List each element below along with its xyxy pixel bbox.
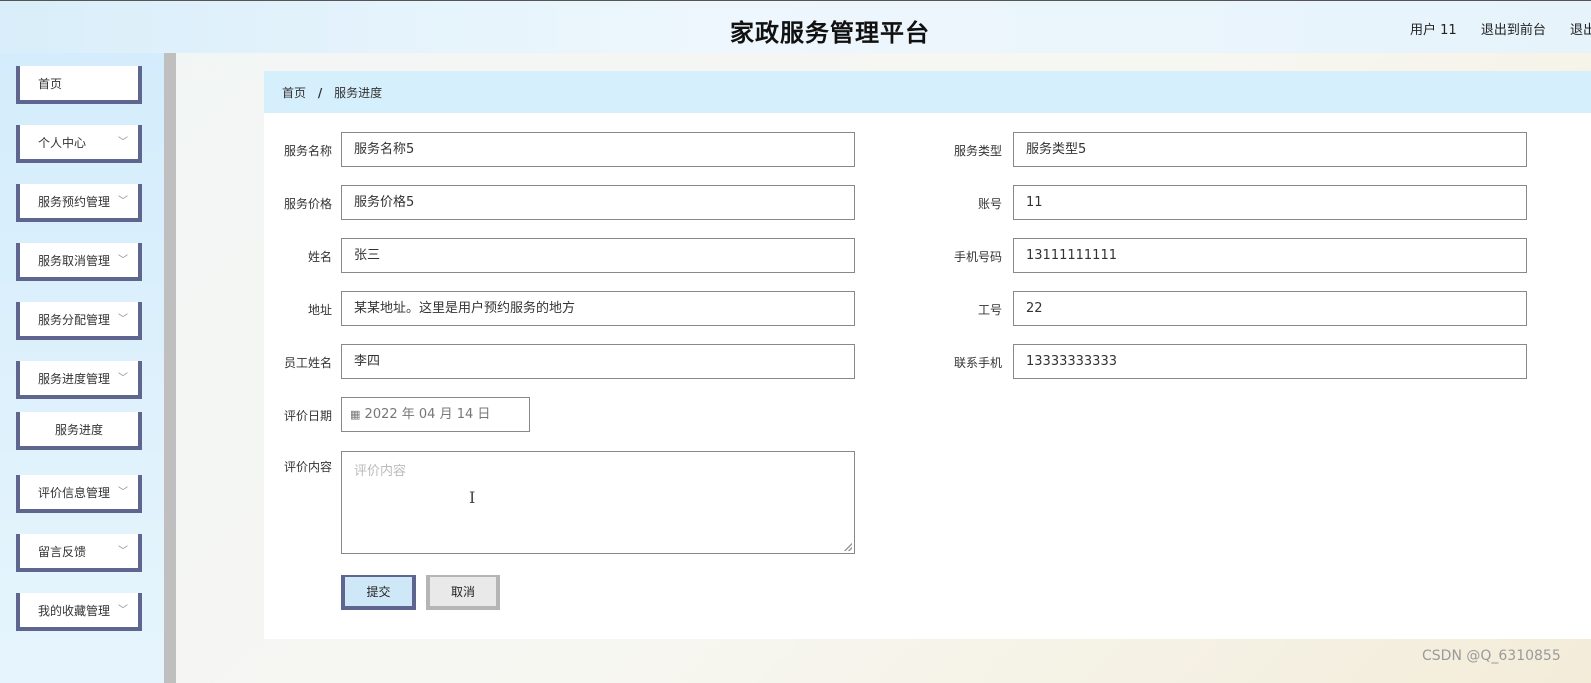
sidebar-item-label: 评价信息管理 (38, 486, 111, 500)
sidebar-item-feedback[interactable]: 留言反馈 ﹀ (16, 534, 142, 572)
review-date-label: 评价日期 (283, 409, 332, 423)
address-field[interactable]: 某某地址。这里是用户预约服务的地方 (341, 291, 855, 326)
sidebar-item-label: 服务分配管理 (38, 313, 111, 327)
sidebar-item-favorites[interactable]: 我的收藏管理 ﹀ (16, 593, 142, 631)
employee-no-field[interactable]: 22 (1013, 291, 1527, 326)
csdn-watermark: CSDN @Q_6310855 (1422, 648, 1561, 664)
sidebar-item-progress[interactable]: 服务进度管理 ﹀ (16, 361, 142, 399)
chevron-down-icon: ﹀ (118, 255, 128, 266)
account-label: 账号 (977, 197, 1002, 211)
user-link[interactable]: 用户 11 (1410, 23, 1457, 38)
review-content-label: 评价内容 (283, 460, 332, 474)
sidebar-item-assignment[interactable]: 服务分配管理 ﹀ (16, 302, 142, 340)
chevron-down-icon: ﹀ (118, 546, 128, 557)
service-price-field[interactable]: 服务价格5 (341, 185, 855, 220)
sidebar-item-home[interactable]: 首页 (16, 66, 142, 104)
sidebar-item-cancel[interactable]: 服务取消管理 ﹀ (16, 243, 142, 281)
account-field[interactable]: 11 (1013, 185, 1527, 220)
employee-name-field[interactable]: 李四 (341, 344, 855, 379)
chevron-down-icon: ﹀ (118, 373, 128, 384)
review-content-textarea[interactable]: 评价内容 (341, 451, 855, 554)
resize-handle-icon[interactable] (844, 543, 852, 551)
app-title: 家政服务管理平台 (730, 19, 930, 47)
sidebar-item-label: 个人中心 (38, 136, 87, 150)
name-label: 姓名 (307, 250, 332, 264)
employee-name-label: 员工姓名 (283, 356, 332, 370)
service-name-label: 服务名称 (283, 144, 332, 158)
breadcrumb-separator: / (317, 86, 323, 100)
exit-to-front-link[interactable]: 退出到前台 (1481, 23, 1546, 38)
sidebar-item-label: 首页 (38, 77, 63, 91)
sidebar-item-label: 服务预约管理 (38, 195, 111, 209)
sidebar-scrollbar[interactable] (164, 53, 176, 683)
sidebar-item-label: 服务取消管理 (38, 254, 111, 268)
chevron-down-icon: ﹀ (118, 605, 128, 616)
cancel-button[interactable]: 取消 (426, 575, 500, 610)
contact-phone-field[interactable]: 13333333333 (1013, 344, 1527, 379)
breadcrumb-home[interactable]: 首页 (282, 86, 306, 100)
service-type-field[interactable]: 服务类型5 (1013, 132, 1527, 167)
review-date-picker[interactable]: ▦ 2022 年 04 月 14 日 (341, 397, 530, 432)
text-cursor-icon: I (469, 488, 476, 507)
phone-field[interactable]: 13111111111 (1013, 238, 1527, 273)
sidebar-item-label: 我的收藏管理 (38, 604, 111, 618)
service-name-field[interactable]: 服务名称5 (341, 132, 855, 167)
sidebar-item-reviews[interactable]: 评价信息管理 ﹀ (16, 475, 142, 513)
breadcrumb-current: 服务进度 (334, 86, 383, 100)
logout-link[interactable]: 退出 (1570, 23, 1591, 38)
contact-phone-label: 联系手机 (953, 356, 1002, 370)
employee-no-label: 工号 (977, 303, 1002, 317)
phone-label: 手机号码 (953, 250, 1002, 264)
sidebar-subitem-progress[interactable]: 服务进度 (16, 412, 142, 450)
sidebar-item-label: 留言反馈 (38, 545, 87, 559)
chevron-down-icon: ﹀ (118, 314, 128, 325)
sidebar-item-personal-center[interactable]: 个人中心 ﹀ (16, 125, 142, 163)
top-header: 家政服务管理平台 用户 11 退出到前台 退出 (0, 0, 1591, 53)
breadcrumb: 首页 / 服务进度 (264, 71, 1591, 113)
name-field[interactable]: 张三 (341, 238, 855, 273)
chevron-down-icon: ﹀ (118, 196, 128, 207)
sidebar-item-label: 服务进度管理 (38, 372, 111, 386)
review-date-value: 2022 年 04 月 14 日 (364, 407, 491, 422)
chevron-down-icon: ﹀ (118, 137, 128, 148)
header-links: 用户 11 退出到前台 退出 (1410, 19, 1591, 38)
submit-button[interactable]: 提交 (341, 575, 416, 610)
service-type-label: 服务类型 (953, 144, 1002, 158)
address-label: 地址 (307, 303, 332, 317)
calendar-icon: ▦ (350, 408, 361, 421)
service-price-label: 服务价格 (283, 197, 332, 211)
review-content-placeholder: 评价内容 (354, 464, 407, 479)
chevron-down-icon: ﹀ (118, 487, 128, 498)
sidebar-item-booking[interactable]: 服务预约管理 ﹀ (16, 184, 142, 222)
sidebar-item-label: 服务进度 (54, 423, 103, 437)
